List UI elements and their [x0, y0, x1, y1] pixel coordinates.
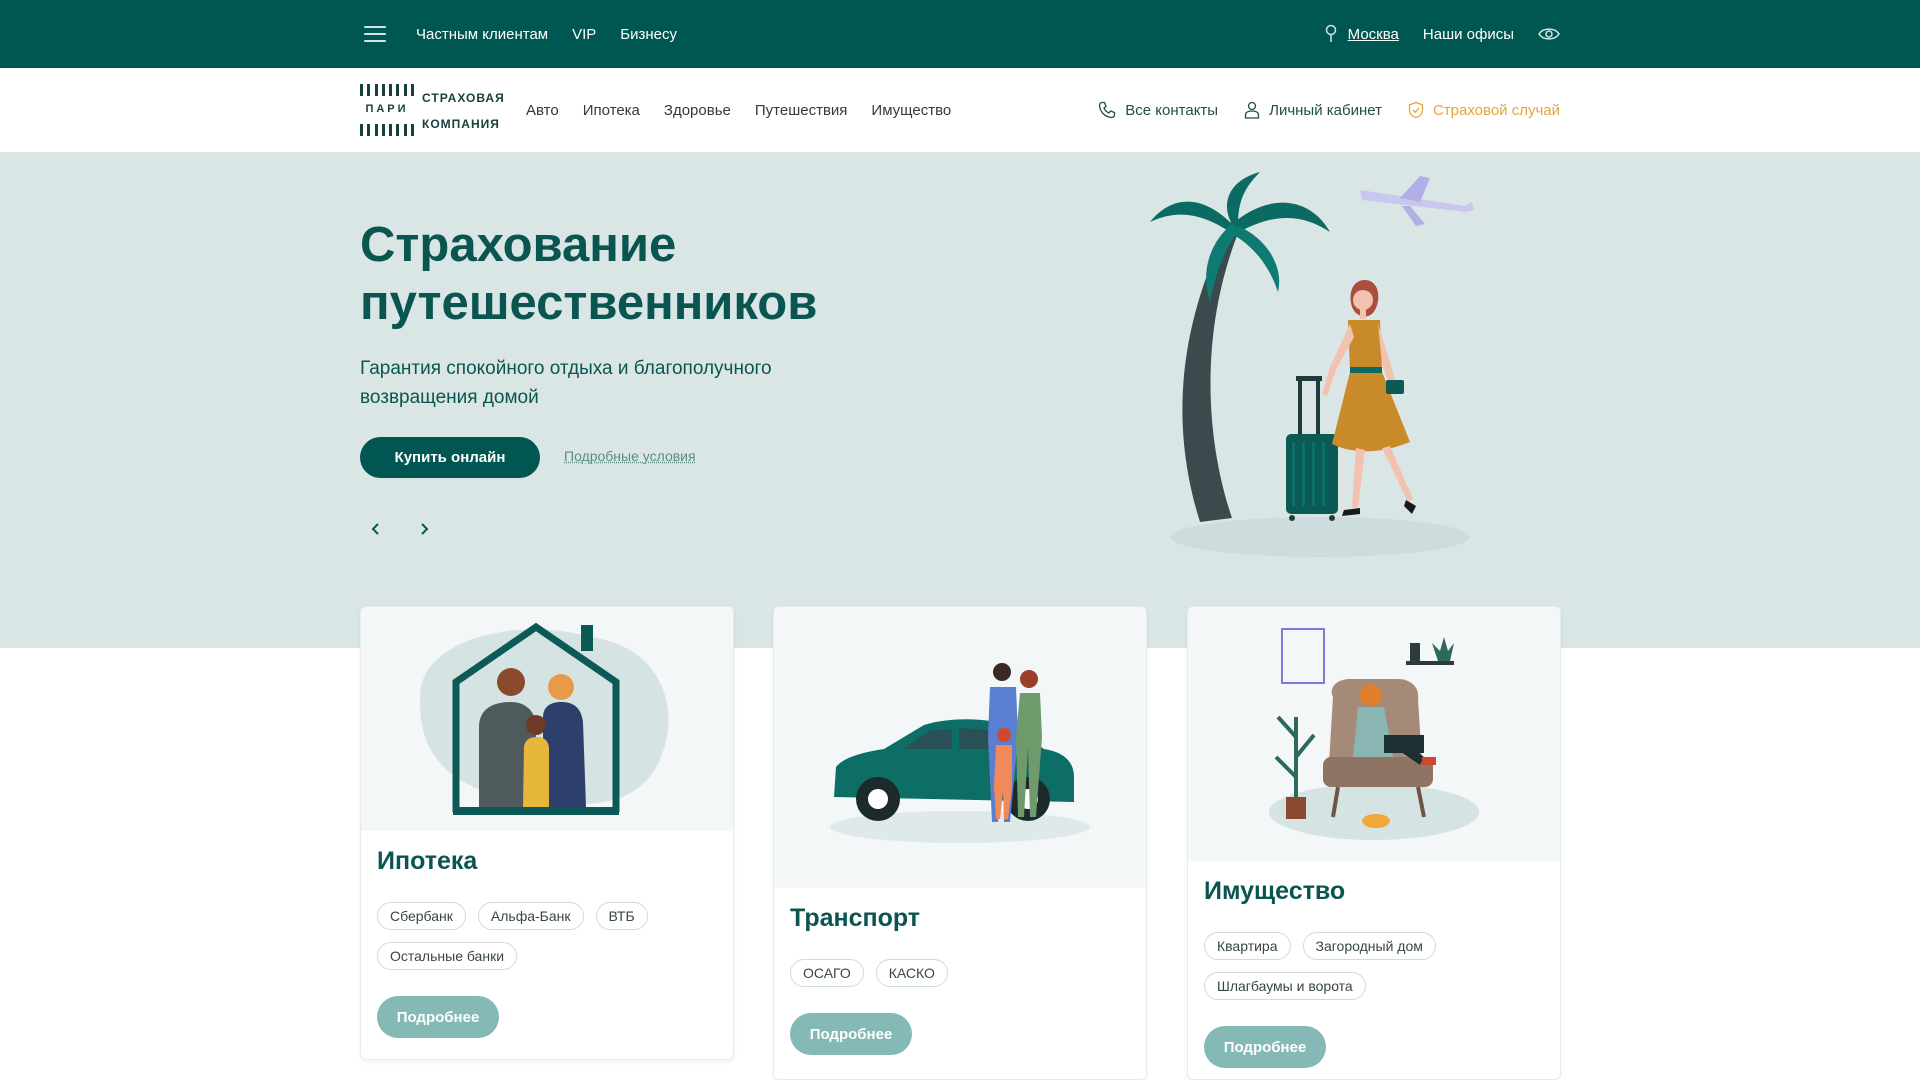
hero-subtitle: Гарантия спокойного отдыха и благополучн… [360, 354, 820, 412]
company-logo[interactable]: ПАРИ СТРАХОВАЯ КОМПАНИЯ [360, 84, 510, 138]
chevron-left-icon[interactable] [365, 518, 387, 540]
tag-list: Сбербанк Альфа-Банк ВТБ Остальные банки [377, 902, 717, 970]
tag-sberbank[interactable]: Сбербанк [377, 902, 466, 930]
hero-title-line-1: Страхование [360, 218, 677, 272]
personal-cabinet-link[interactable]: Личный кабинет [1244, 101, 1382, 119]
main-header: ПАРИ СТРАХОВАЯ КОМПАНИЯ Авто Ипотека Здо… [0, 68, 1920, 152]
menu-icon[interactable] [362, 23, 390, 45]
product-card-mortgage[interactable]: Ипотека Сбербанк Альфа-Банк ВТБ Остальны… [360, 606, 734, 1060]
our-offices-link[interactable]: Наши офисы [1423, 26, 1514, 43]
tag-osago[interactable]: ОСАГО [790, 959, 864, 987]
chevron-right-icon[interactable] [413, 518, 435, 540]
detailed-terms-link[interactable]: Подробные условия [564, 448, 696, 464]
card-title: Ипотека [377, 847, 478, 875]
property-illustration [1188, 607, 1560, 861]
location-pin-icon [1325, 24, 1336, 42]
user-icon [1244, 101, 1260, 119]
transport-illustration [774, 607, 1146, 888]
tag-list: ОСАГО КАСКО [790, 959, 1130, 987]
hero-subtitle-line-1: Гарантия спокойного отдыха и благополучн… [360, 358, 772, 379]
top-bar: Частным клиентам VIP Бизнесу Москва Наши… [0, 0, 1920, 68]
more-button[interactable]: Подробнее [1204, 1026, 1326, 1068]
personal-cabinet-label: Личный кабинет [1269, 101, 1382, 119]
tag-apartment[interactable]: Квартира [1204, 932, 1291, 960]
header-actions: Все контакты Личный кабинет Страховой сл… [1098, 68, 1560, 152]
tag-kasko[interactable]: КАСКО [875, 959, 948, 987]
buy-online-button[interactable]: Купить онлайн [360, 437, 540, 478]
suitcase-illustration [1286, 376, 1338, 521]
mortgage-illustration [361, 607, 733, 831]
hero-title: Страхование путешественников [360, 216, 920, 332]
nav-health[interactable]: Здоровье [664, 102, 731, 119]
nav-mortgage[interactable]: Ипотека [583, 102, 640, 119]
tag-barriers-gates[interactable]: Шлагбаумы и ворота [1204, 972, 1366, 1000]
more-button[interactable]: Подробнее [790, 1013, 912, 1055]
city-selector[interactable]: Москва [1348, 26, 1399, 43]
shield-icon [1408, 101, 1424, 119]
tag-other-banks[interactable]: Остальные банки [377, 942, 518, 970]
hero-banner: Страхование путешественников Гарантия сп… [0, 152, 1920, 648]
card-title: Имущество [1204, 877, 1346, 905]
logo-mark-text: ПАРИ [365, 103, 409, 115]
nav-private-clients[interactable]: Частным клиентам [416, 26, 548, 43]
card-title: Транспорт [790, 904, 921, 932]
tag-list: Квартира Загородный дом Шлагбаумы и воро… [1204, 932, 1544, 1000]
all-contacts-link[interactable]: Все контакты [1098, 101, 1218, 119]
more-button[interactable]: Подробнее [377, 996, 499, 1038]
logo-line-2: КОМПАНИЯ [422, 117, 500, 131]
all-contacts-label: Все контакты [1125, 101, 1219, 119]
audience-nav: Частным клиентам VIP Бизнесу [416, 0, 677, 68]
hero-title-line-2: путешественников [360, 276, 818, 330]
insurance-claim-link[interactable]: Страховой случай [1408, 101, 1560, 119]
product-nav: Авто Ипотека Здоровье Путешествия Имущес… [526, 68, 951, 152]
tag-country-house[interactable]: Загородный дом [1302, 932, 1436, 960]
travel-illustration [1150, 172, 1474, 557]
nav-travel[interactable]: Путешествия [755, 102, 848, 119]
tag-vtb[interactable]: ВТБ [595, 902, 648, 930]
phone-icon [1099, 101, 1116, 119]
top-right-controls: Москва Наши офисы [1324, 0, 1560, 68]
airplane-illustration [1360, 176, 1474, 226]
insurance-claim-label: Страховой случай [1432, 101, 1560, 119]
product-card-property[interactable]: Имущество Квартира Загородный дом Шлагба… [1187, 606, 1561, 1080]
logo-line-1: СТРАХОВАЯ [422, 91, 505, 105]
product-card-transport[interactable]: Транспорт ОСАГО КАСКО Подробнее [773, 606, 1147, 1080]
eye-icon[interactable] [1538, 26, 1560, 42]
nav-vip[interactable]: VIP [572, 26, 596, 43]
nav-property[interactable]: Имущество [871, 102, 951, 119]
nav-business[interactable]: Бизнесу [620, 26, 677, 43]
hero-subtitle-line-2: возвращения домой [360, 387, 539, 408]
tag-alfa-bank[interactable]: Альфа-Банк [477, 902, 584, 930]
logo-mark: ПАРИ [360, 84, 414, 138]
logo-text: СТРАХОВАЯ КОМПАНИЯ [422, 85, 505, 137]
nav-auto[interactable]: Авто [526, 102, 559, 119]
